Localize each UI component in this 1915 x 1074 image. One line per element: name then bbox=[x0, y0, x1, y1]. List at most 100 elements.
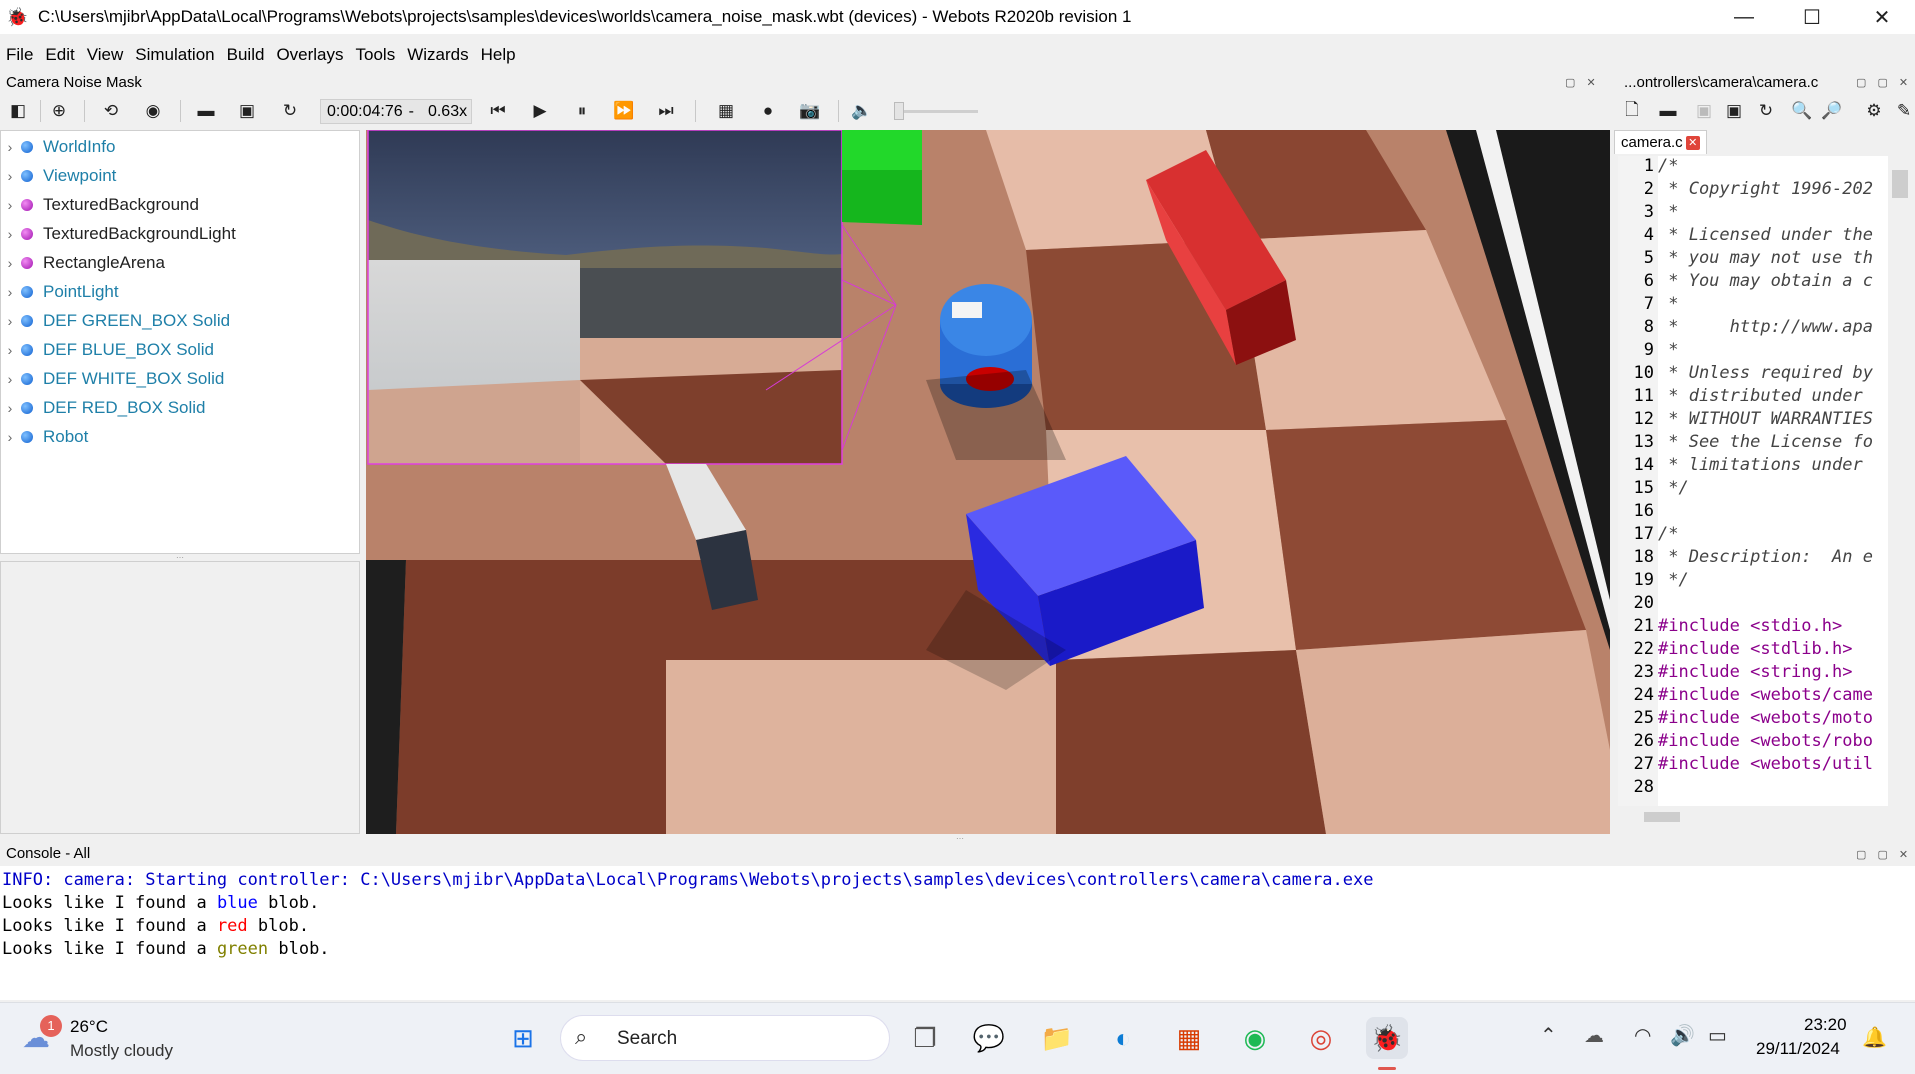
maximize-button[interactable]: ☐ bbox=[1780, 0, 1844, 34]
weather-temperature[interactable]: 26°C bbox=[70, 1017, 108, 1037]
3d-view[interactable] bbox=[366, 130, 1610, 834]
record-icon[interactable]: ● bbox=[754, 96, 782, 126]
code-line[interactable]: */ bbox=[1658, 570, 1688, 590]
task-view-icon[interactable]: ❐ bbox=[904, 1017, 946, 1059]
chevron-right-icon[interactable]: › bbox=[1, 400, 19, 416]
menu-overlays[interactable]: Overlays bbox=[270, 45, 349, 65]
movie-record-icon[interactable]: ▦ bbox=[712, 96, 740, 126]
tree-item-pointlight[interactable]: › PointLight bbox=[1, 278, 119, 306]
menu-wizards[interactable]: Wizards bbox=[401, 45, 474, 65]
teams-chat-icon[interactable]: 💬 bbox=[968, 1017, 1010, 1059]
menu-tools[interactable]: Tools bbox=[350, 45, 402, 65]
toggle-scene-tree-icon[interactable]: ◧ bbox=[4, 96, 32, 126]
volume-slider-handle[interactable] bbox=[894, 102, 904, 120]
code-line[interactable]: #include <stdlib.h> bbox=[1658, 639, 1852, 659]
chevron-right-icon[interactable]: › bbox=[1, 255, 19, 271]
tree-item-robot[interactable]: › Robot bbox=[1, 423, 89, 451]
code-line[interactable]: #include <webots/moto bbox=[1658, 708, 1873, 728]
minimize-button[interactable]: — bbox=[1712, 0, 1776, 34]
tree-item-red-box[interactable]: › DEF RED_BOX Solid bbox=[1, 394, 206, 422]
tree-item-green-box[interactable]: › DEF GREEN_BOX Solid bbox=[1, 307, 230, 335]
wifi-icon[interactable]: ◠ bbox=[1634, 1023, 1651, 1048]
fast-forward-icon[interactable]: ⏭ bbox=[652, 96, 680, 126]
reset-viewpoint-icon[interactable]: ⟲ bbox=[97, 96, 125, 126]
tab-camera-c[interactable]: camera.c ✕ bbox=[1614, 130, 1707, 154]
tree-item-worldinfo[interactable]: › WorldInfo bbox=[1, 133, 116, 161]
new-file-icon[interactable]: 🗋 bbox=[1618, 96, 1646, 126]
camera-overlay[interactable] bbox=[367, 130, 843, 465]
run-realtime-icon[interactable]: ⏩ bbox=[610, 96, 638, 126]
screenshot-camera-icon[interactable]: 📷 bbox=[796, 96, 824, 126]
reload-world-icon[interactable]: ↻ bbox=[276, 96, 304, 126]
weather-description[interactable]: Mostly cloudy bbox=[70, 1041, 173, 1061]
revert-icon[interactable]: ↻ bbox=[1752, 96, 1780, 126]
code-line[interactable]: * Licensed under the bbox=[1658, 225, 1873, 245]
chevron-right-icon[interactable]: › bbox=[1, 371, 19, 387]
tree-item-white-box[interactable]: › DEF WHITE_BOX Solid bbox=[1, 365, 225, 393]
menu-file[interactable]: File bbox=[0, 45, 39, 65]
chevron-right-icon[interactable]: › bbox=[1, 342, 19, 358]
menu-simulation[interactable]: Simulation bbox=[129, 45, 220, 65]
menu-view[interactable]: View bbox=[81, 45, 130, 65]
code-line[interactable]: * distributed under bbox=[1658, 386, 1862, 406]
tree-item-texturedbackground[interactable]: › TexturedBackground bbox=[1, 191, 199, 219]
code-line[interactable]: * WITHOUT WARRANTIES bbox=[1658, 409, 1873, 429]
code-line[interactable]: * bbox=[1658, 294, 1678, 314]
code-line[interactable]: * you may not use th bbox=[1658, 248, 1873, 268]
clock-time[interactable]: 23:20 bbox=[1804, 1015, 1847, 1035]
close-button[interactable]: ✕ bbox=[1850, 0, 1914, 34]
code-line[interactable]: #include <webots/util bbox=[1658, 754, 1873, 774]
code-line[interactable]: * Copyright 1996-202 bbox=[1658, 179, 1873, 199]
battery-icon[interactable]: ▭ bbox=[1708, 1023, 1727, 1048]
code-line[interactable]: #include <string.h> bbox=[1658, 662, 1852, 682]
show-hidden-icons-chevron-up-icon[interactable]: ⌃ bbox=[1540, 1023, 1557, 1048]
chevron-right-icon[interactable]: › bbox=[1, 139, 19, 155]
replace-icon[interactable]: 🔎 bbox=[1818, 96, 1846, 126]
tree-item-rectanglearena[interactable]: › RectangleArena bbox=[1, 249, 165, 277]
find-icon[interactable]: 🔍 bbox=[1788, 96, 1816, 126]
code-line[interactable]: #include <webots/came bbox=[1658, 685, 1873, 705]
notifications-bell-icon[interactable]: 🔔 bbox=[1862, 1025, 1887, 1050]
editor-vertical-scrollbar[interactable] bbox=[1892, 170, 1908, 198]
onedrive-cloud-icon[interactable]: ☁ bbox=[1584, 1023, 1604, 1048]
save-file-icon[interactable]: ▣ bbox=[1690, 96, 1718, 126]
splitter-handle[interactable]: ⋯ bbox=[170, 553, 190, 562]
console-float-buttons[interactable]: ▢ ▢ ✕ bbox=[1856, 848, 1912, 861]
panel-float-buttons[interactable]: ▢ ✕ bbox=[1565, 76, 1600, 89]
microsoft-store-icon[interactable]: ▦ bbox=[1168, 1017, 1210, 1059]
menu-help[interactable]: Help bbox=[475, 45, 522, 65]
code-editor[interactable]: 1 2 3 4 5 6 7 8 9 10 11 12 13 14 15 16 17 18 19 20 21 22 23 24 2… bbox=[1618, 156, 1888, 806]
open-world-icon[interactable]: ▬ bbox=[192, 96, 220, 126]
volume-mute-icon[interactable]: 🔈 bbox=[848, 96, 876, 126]
clean-icon[interactable]: ✎ bbox=[1890, 96, 1915, 126]
chevron-right-icon[interactable]: › bbox=[1, 226, 19, 242]
add-node-icon[interactable]: ⊕ bbox=[45, 96, 73, 126]
save-world-icon[interactable]: ▣ bbox=[233, 96, 261, 126]
tree-item-texturedbackgroundlight[interactable]: › TexturedBackgroundLight bbox=[1, 220, 236, 248]
code-line[interactable]: * Unless required by bbox=[1658, 363, 1873, 383]
chevron-right-icon[interactable]: › bbox=[1, 313, 19, 329]
start-windows-icon[interactable]: ⊞ bbox=[502, 1017, 544, 1059]
code-line[interactable]: * You may obtain a c bbox=[1658, 271, 1873, 291]
tree-item-viewpoint[interactable]: › Viewpoint bbox=[1, 162, 117, 190]
code-line[interactable]: * http://www.apa bbox=[1658, 317, 1873, 337]
code-line[interactable]: * limitations under bbox=[1658, 455, 1862, 475]
chevron-right-icon[interactable]: › bbox=[1, 284, 19, 300]
chevron-right-icon[interactable]: › bbox=[1, 429, 19, 445]
code-line[interactable]: * Description: An e bbox=[1658, 547, 1873, 567]
editor-float-buttons[interactable]: ▢ ▢ ✕ bbox=[1856, 76, 1912, 89]
volume-icon[interactable]: 🔊 bbox=[1670, 1023, 1695, 1048]
console-splitter-handle[interactable]: ⋯ bbox=[956, 834, 966, 843]
code-line[interactable]: * bbox=[1658, 202, 1678, 222]
code-line[interactable]: /* bbox=[1658, 156, 1678, 176]
code-line[interactable]: #include <webots/robo bbox=[1658, 731, 1873, 751]
spotify-icon[interactable]: ◉ bbox=[1234, 1017, 1276, 1059]
step-back-icon[interactable]: ⏮ bbox=[484, 96, 512, 126]
taskbar-search-box[interactable]: ⌕ Search bbox=[560, 1015, 890, 1061]
webots-taskbar-icon[interactable]: 🐞 bbox=[1366, 1017, 1408, 1059]
code-line[interactable]: #include <stdio.h> bbox=[1658, 616, 1842, 636]
save-as-icon[interactable]: ▣ bbox=[1720, 96, 1748, 126]
file-explorer-icon[interactable]: 📁 bbox=[1036, 1017, 1078, 1059]
clock-date[interactable]: 29/11/2024 bbox=[1756, 1039, 1840, 1059]
chevron-right-icon[interactable]: › bbox=[1, 168, 19, 184]
